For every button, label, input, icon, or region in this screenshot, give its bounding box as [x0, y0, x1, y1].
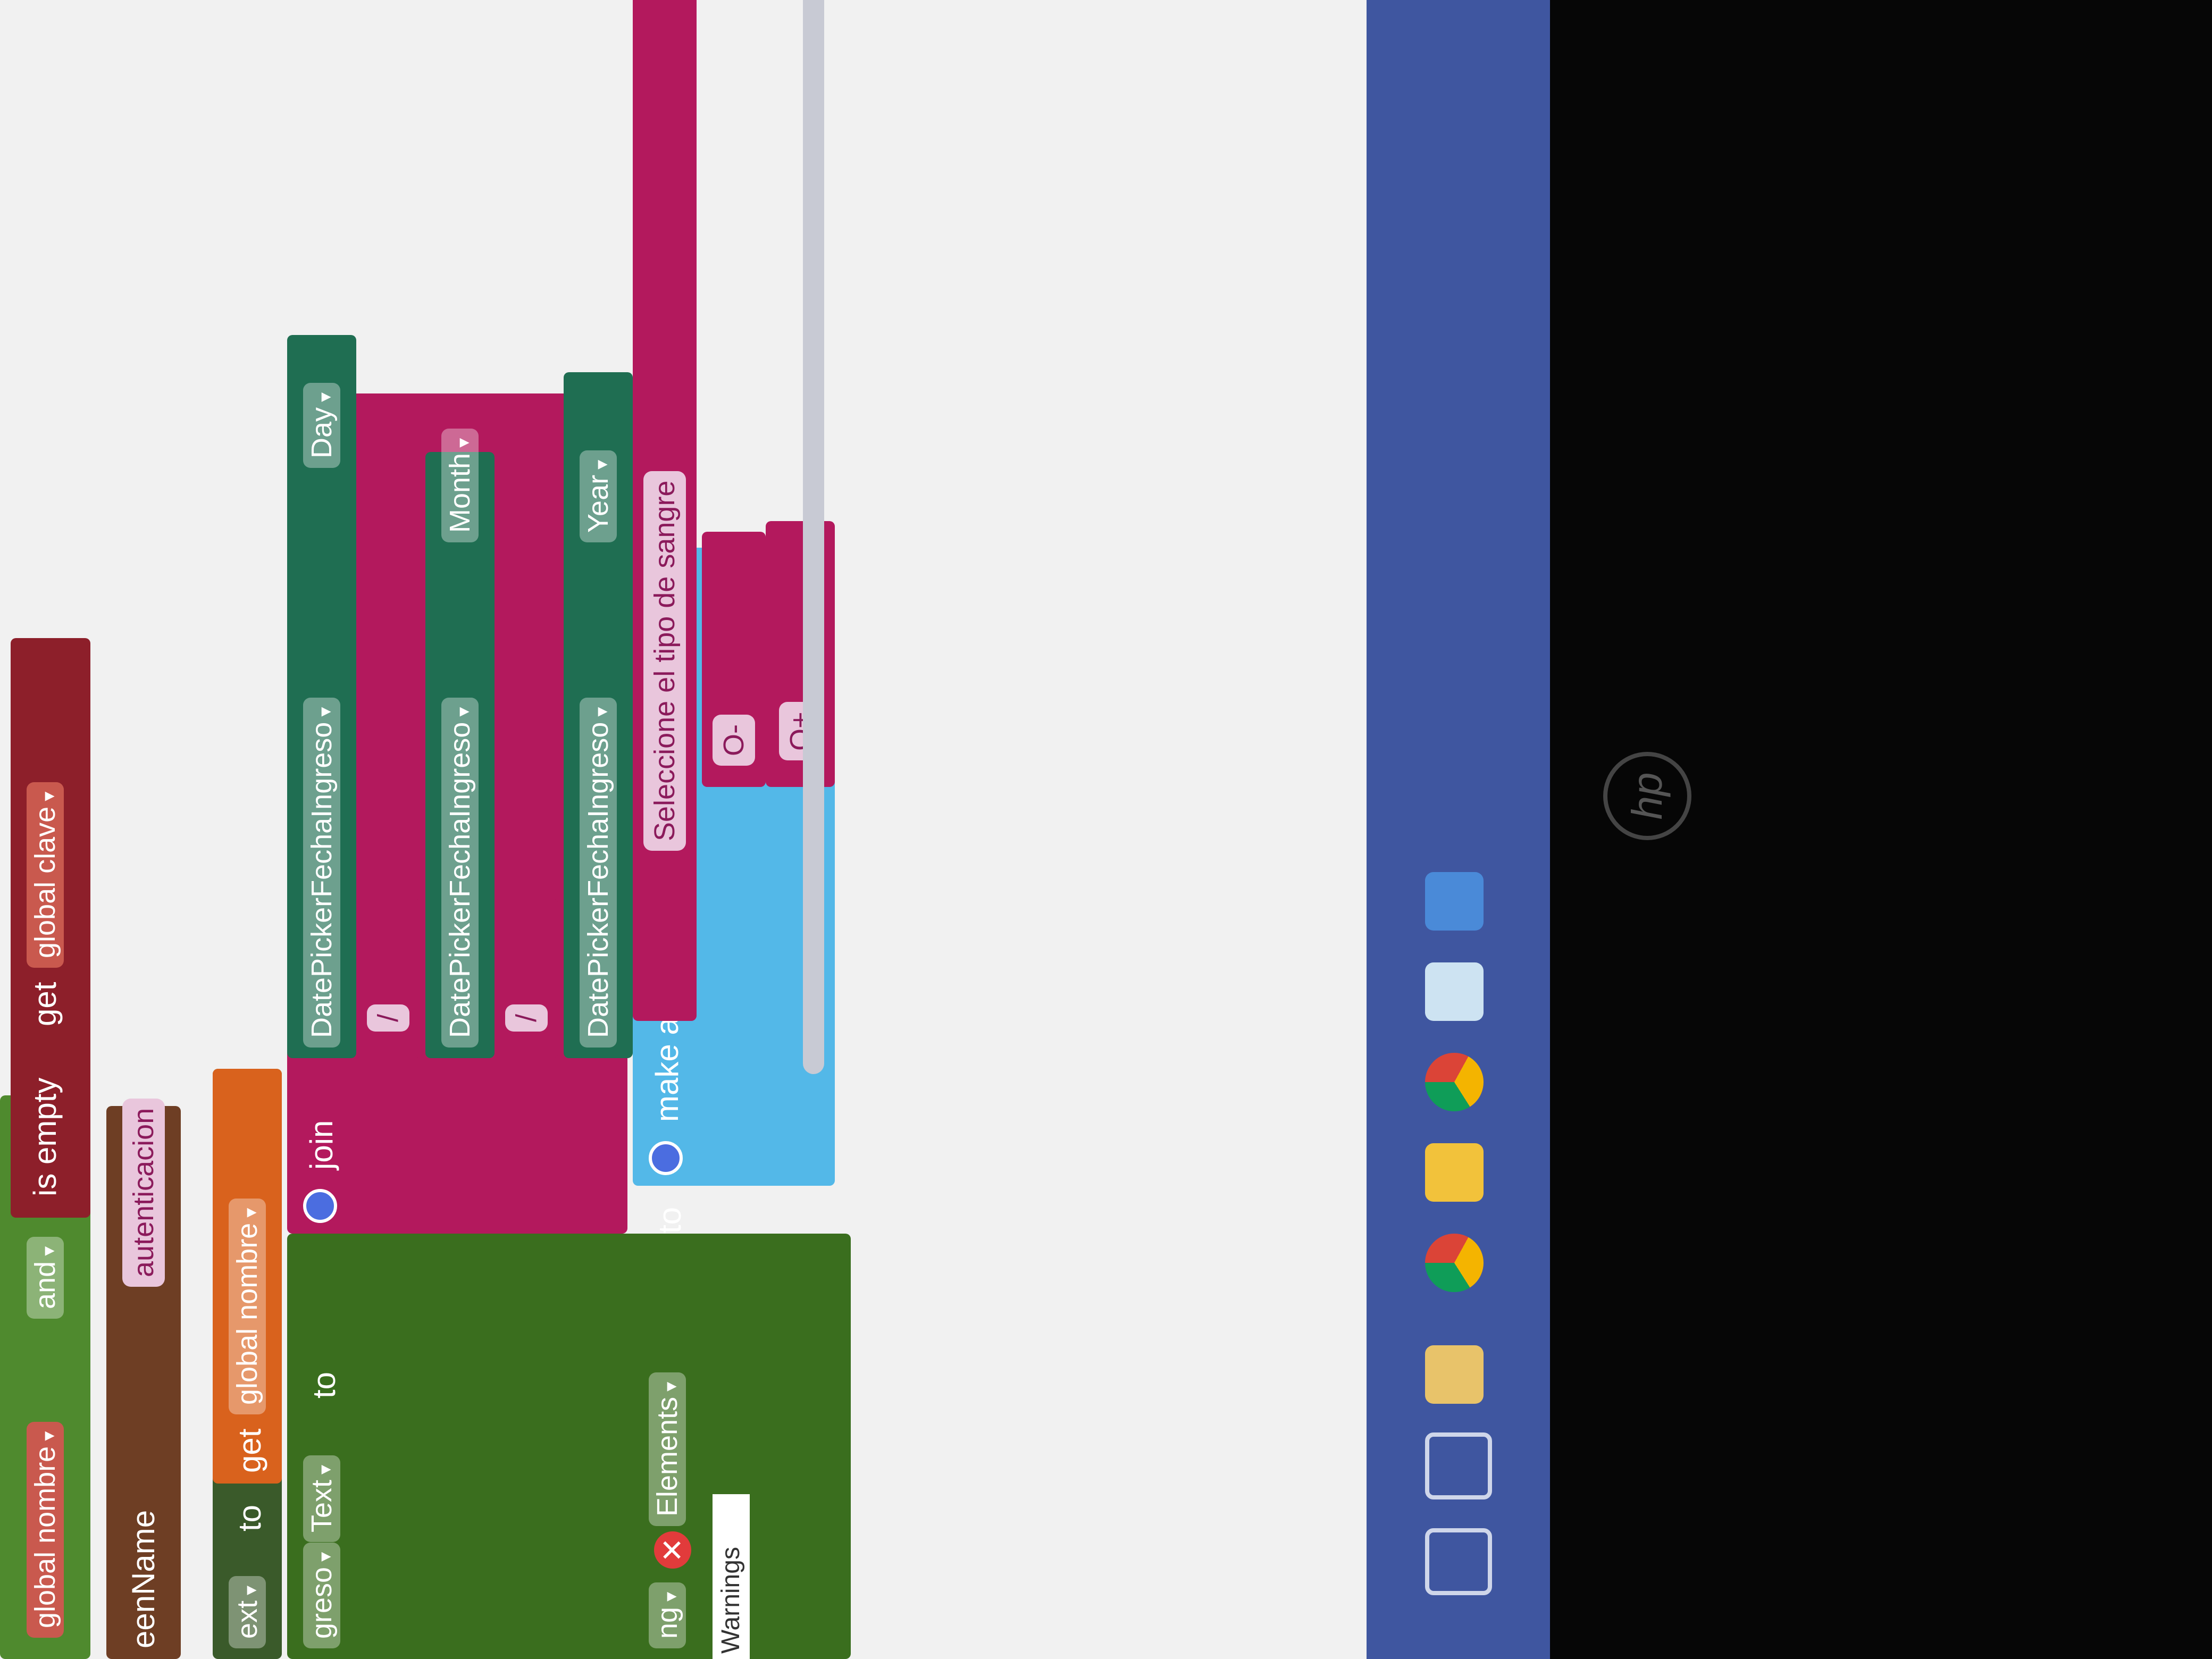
- is-empty-label: is empty: [27, 1077, 63, 1196]
- day-prop-chip[interactable]: Day: [303, 382, 340, 468]
- hp-logo: hp: [1603, 752, 1691, 840]
- sep-1-text[interactable]: /: [367, 1004, 409, 1032]
- warnings-toggle[interactable]: Warnings: [713, 1494, 750, 1659]
- error-icon[interactable]: ✕: [654, 1531, 691, 1569]
- month-prop-chip[interactable]: Month: [441, 428, 479, 542]
- taskbar: [1367, 0, 1550, 1659]
- elements-prop-chip[interactable]: Elements: [649, 1372, 686, 1526]
- workspace-scrollbar[interactable]: [803, 0, 824, 1074]
- text-dropdown[interactable]: ext: [229, 1576, 266, 1648]
- file-explorer-icon[interactable]: [1425, 1345, 1484, 1404]
- text-prop-chip[interactable]: Text: [303, 1455, 340, 1542]
- get-left-chip[interactable]: global nombre: [27, 1421, 64, 1638]
- power-icon[interactable]: [1425, 1528, 1492, 1595]
- list-item-2-text[interactable]: O-: [713, 715, 755, 766]
- join-mutator-icon[interactable]: [303, 1189, 337, 1223]
- datepicker-month-chip[interactable]: DatePickerFechaIngreso: [441, 697, 479, 1048]
- to-label-3: to: [652, 1206, 688, 1234]
- paint-icon[interactable]: [1425, 872, 1484, 931]
- global-nombre-chip[interactable]: global nombre: [229, 1198, 266, 1414]
- list-item-1-text[interactable]: Seleccione el tipo de sangre: [643, 471, 686, 851]
- sep-2-text[interactable]: /: [505, 1004, 548, 1032]
- make-list-mutator-icon[interactable]: [649, 1141, 683, 1175]
- autenticacion-text[interactable]: autenticacion: [122, 1098, 165, 1287]
- to-label: to: [232, 1504, 267, 1531]
- chrome-icon[interactable]: [1425, 1234, 1484, 1292]
- component-chip-2[interactable]: ng: [649, 1582, 686, 1648]
- and-dropdown[interactable]: and: [27, 1236, 64, 1319]
- component-chip[interactable]: greso: [303, 1542, 340, 1648]
- chrome-icon[interactable]: [1425, 1053, 1484, 1111]
- set-join-block[interactable]: [287, 1234, 851, 1659]
- monitor-screen: global nombre and is empty get global cl…: [0, 0, 2212, 1659]
- screen-name-label: eenName: [125, 1510, 161, 1648]
- datepicker-day-chip[interactable]: DatePickerFechaIngreso: [303, 697, 340, 1048]
- sep-1-block[interactable]: [356, 899, 420, 1058]
- sep-2-block[interactable]: [495, 899, 558, 1058]
- year-prop-chip[interactable]: Year: [580, 450, 617, 542]
- join-label: join: [304, 1120, 339, 1170]
- blocks-workspace[interactable]: global nombre and is empty get global cl…: [0, 0, 1367, 1659]
- get-keyword: get: [27, 982, 63, 1026]
- task-view-icon[interactable]: [1425, 1432, 1492, 1499]
- get-keyword-2: get: [232, 1428, 267, 1473]
- monitor-bezel: hp: [1550, 0, 2212, 1659]
- app-icon[interactable]: [1425, 1143, 1484, 1202]
- datepicker-year-chip[interactable]: DatePickerFechaIngreso: [580, 697, 617, 1048]
- global-clave-chip[interactable]: global clave: [27, 782, 64, 968]
- to-label-2: to: [306, 1371, 342, 1398]
- notepad-icon[interactable]: [1425, 962, 1484, 1021]
